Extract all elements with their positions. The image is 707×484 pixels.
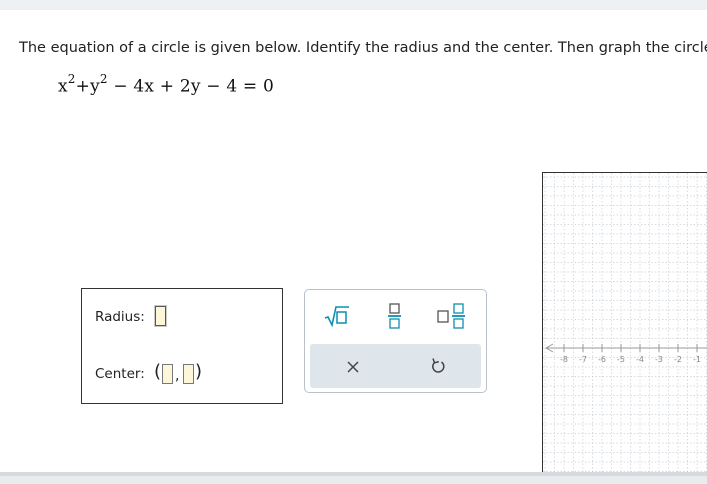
- toolbox-action-bar: [310, 344, 481, 388]
- fraction-icon[interactable]: [387, 302, 403, 334]
- undo-icon[interactable]: [430, 357, 446, 379]
- x-tick-label: -8: [560, 355, 568, 364]
- bottom-bar: [0, 472, 707, 484]
- math-toolbox: [304, 289, 487, 393]
- coordinate-graph[interactable]: -8 -7 -6 -5 -4 -3 -2 -1: [542, 172, 707, 473]
- center-y-input[interactable]: [183, 364, 194, 384]
- x-tick-label: -4: [636, 355, 644, 364]
- center-open-paren: (: [154, 361, 162, 382]
- x-tick-label: -3: [655, 355, 663, 364]
- center-x-input[interactable]: [162, 364, 173, 384]
- x-tick-label: -2: [674, 355, 682, 364]
- graph-grid: -8 -7 -6 -5 -4 -3 -2 -1: [543, 173, 707, 473]
- clear-icon[interactable]: [346, 359, 360, 378]
- question-prompt: The equation of a circle is given below.…: [19, 40, 707, 56]
- center-label: Center:: [95, 366, 145, 382]
- equation-x-exponent: 2: [67, 72, 76, 86]
- mixed-number-icon[interactable]: [437, 302, 467, 334]
- radius-input[interactable]: [155, 306, 166, 326]
- sqrt-icon[interactable]: [323, 304, 351, 332]
- x-tick-label: -6: [598, 355, 606, 364]
- equation-x-term: x: [58, 76, 68, 97]
- top-bar: [0, 0, 707, 10]
- center-close-paren: ): [195, 361, 203, 382]
- circle-equation: x2+y2 − 4x + 2y − 4 = 0: [58, 72, 274, 97]
- x-tick-label: -5: [617, 355, 625, 364]
- equation-y-exponent: 2: [99, 72, 108, 86]
- radius-label: Radius:: [95, 309, 145, 325]
- equation-rest: − 4x + 2y − 4 = 0: [107, 76, 274, 97]
- center-comma: ,: [175, 368, 180, 384]
- answer-box: Radius: Center: ( , ): [81, 288, 283, 404]
- x-tick-label: -1: [693, 355, 701, 364]
- equation-y-term: +y: [75, 76, 100, 97]
- x-tick-label: -7: [579, 355, 587, 364]
